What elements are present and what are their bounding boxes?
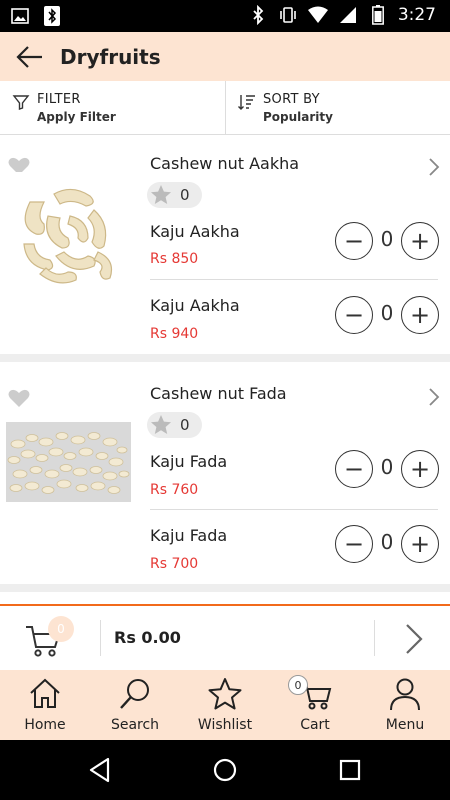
rating-count: 0 <box>180 186 190 204</box>
sort-value: Popularity <box>263 110 333 124</box>
variant-price: Rs 700 <box>150 556 199 572</box>
back-button[interactable] <box>10 37 50 77</box>
product-image-cashew-fada[interactable] <box>6 422 131 502</box>
quantity-stepper: − 0 + <box>335 296 439 334</box>
quantity-value: 0 <box>380 301 394 325</box>
signal-icon <box>338 5 358 25</box>
sort-label: SORT BY <box>263 92 320 107</box>
chevron-right-icon[interactable] <box>426 156 442 178</box>
nav-search[interactable]: Search <box>90 670 180 740</box>
page-title: Dryfruits <box>60 44 161 69</box>
app-bar: Dryfruits <box>0 32 450 81</box>
wifi-icon <box>307 5 328 25</box>
arrow-left-icon <box>16 45 42 68</box>
quantity-stepper: − 0 + <box>335 525 439 563</box>
nav-cart[interactable]: 0 Cart <box>270 670 360 740</box>
quantity-value: 0 <box>380 530 394 554</box>
nav-wishlist[interactable]: Wishlist <box>180 670 270 740</box>
variant-name: Kaju Fada <box>150 526 228 545</box>
nav-label: Search <box>110 717 160 733</box>
nav-label: Menu <box>385 717 425 733</box>
variant-price: Rs 940 <box>150 326 199 342</box>
product-name[interactable]: Cashew nut Fada <box>150 384 287 403</box>
rating-badge: 0 <box>147 182 202 208</box>
variant-name: Kaju Aakha <box>150 222 240 241</box>
back-triangle-icon[interactable] <box>86 756 114 784</box>
nav-home[interactable]: Home <box>0 670 90 740</box>
user-icon <box>390 678 420 711</box>
decrement-button[interactable]: − <box>335 525 373 563</box>
chevron-right-icon[interactable] <box>400 622 428 656</box>
decrement-button[interactable]: − <box>335 222 373 260</box>
quantity-stepper: − 0 + <box>335 450 439 488</box>
cart-count-badge: 0 <box>48 616 74 642</box>
cart-count-badge: 0 <box>288 675 308 695</box>
increment-button[interactable]: + <box>401 222 439 260</box>
nav-label: Wishlist <box>197 717 253 733</box>
product-card[interactable]: Cashew nut Fada 0 Kaju Fada Rs 760 − 0 +… <box>0 362 450 584</box>
filter-button[interactable]: FILTER Apply Filter <box>0 81 225 134</box>
decrement-button[interactable]: − <box>335 296 373 334</box>
sort-icon <box>238 95 255 110</box>
filter-sort-bar: FILTER Apply Filter SORT BY Popularity <box>0 81 450 135</box>
star-icon <box>208 678 242 710</box>
variant-name: Kaju Aakha <box>150 296 240 315</box>
search-icon <box>120 679 149 709</box>
decrement-button[interactable]: − <box>335 450 373 488</box>
star-icon <box>151 415 171 434</box>
vibrate-icon <box>278 5 298 25</box>
section-separator <box>0 354 450 362</box>
increment-button[interactable]: + <box>401 296 439 334</box>
quantity-value: 0 <box>380 227 394 251</box>
quantity-stepper: − 0 + <box>335 222 439 260</box>
nav-label: Cart <box>300 717 330 733</box>
nav-label: Home <box>24 717 66 733</box>
status-time: 3:27 <box>397 5 436 25</box>
home-circle-icon[interactable] <box>211 756 239 784</box>
increment-button[interactable]: + <box>401 525 439 563</box>
home-icon <box>30 678 60 708</box>
increment-button[interactable]: + <box>401 450 439 488</box>
product-image-cashew-aakha[interactable] <box>6 172 130 296</box>
cart-total: Rs 0.00 <box>114 628 181 647</box>
variant-price: Rs 850 <box>150 251 199 267</box>
cart-summary-bar: 0 Rs 0.00 <box>0 604 450 670</box>
bluetooth-icon <box>42 6 62 26</box>
bluetooth-icon <box>248 5 268 25</box>
sort-button[interactable]: SORT BY Popularity <box>225 81 450 134</box>
product-card[interactable]: Cashew nut Aakha 0 Kaju Aakha Rs 850 − 0… <box>0 136 450 354</box>
filter-icon <box>12 95 30 110</box>
chevron-right-icon[interactable] <box>426 386 442 408</box>
divider <box>150 509 438 510</box>
filter-value: Apply Filter <box>37 110 116 124</box>
variant-name: Kaju Fada <box>150 452 228 471</box>
rating-count: 0 <box>180 416 190 434</box>
recents-square-icon[interactable] <box>336 756 364 784</box>
status-bar: 3:27 <box>0 0 450 32</box>
system-nav-bar <box>0 740 450 800</box>
divider <box>100 620 101 656</box>
image-icon <box>10 6 30 26</box>
nav-menu[interactable]: Menu <box>360 670 450 740</box>
divider <box>374 620 375 656</box>
section-separator <box>0 584 450 592</box>
quantity-value: 0 <box>380 455 394 479</box>
rating-badge: 0 <box>147 412 202 438</box>
heart-icon[interactable] <box>8 388 30 408</box>
filter-label: FILTER <box>37 92 81 107</box>
product-name[interactable]: Cashew nut Aakha <box>150 154 299 173</box>
divider <box>150 279 438 280</box>
variant-price: Rs 760 <box>150 482 199 498</box>
star-icon <box>151 185 171 204</box>
bottom-nav: Home Search Wishlist 0 Cart Menu <box>0 670 450 740</box>
battery-icon <box>368 5 388 25</box>
